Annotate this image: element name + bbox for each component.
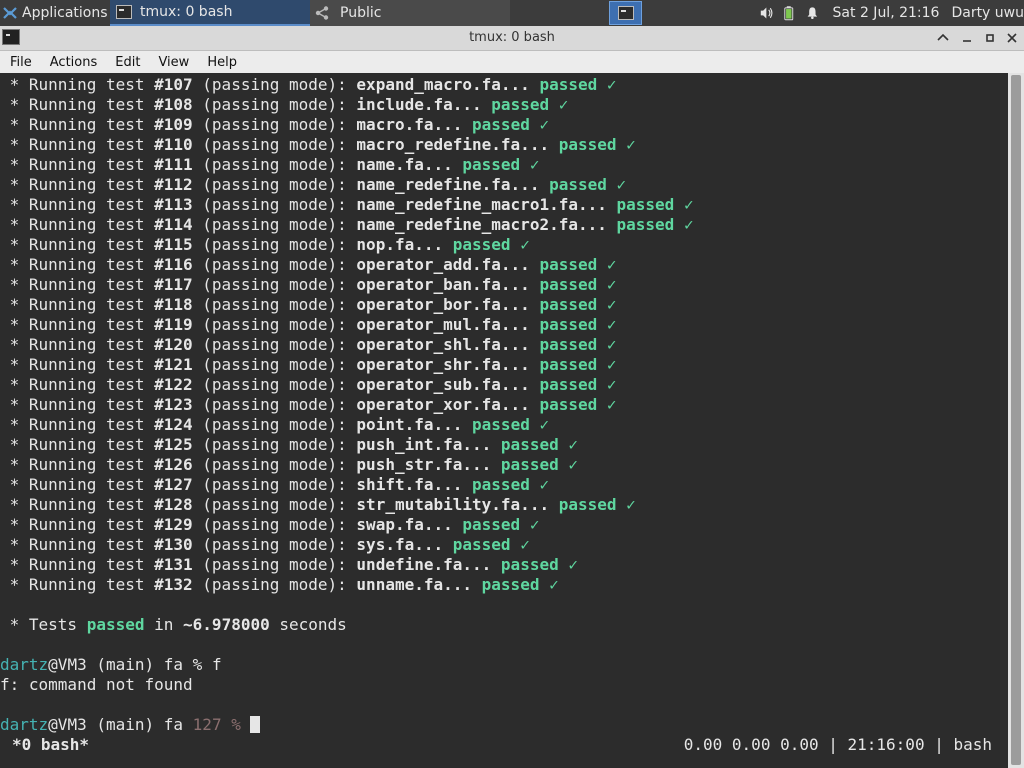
scrollbar-thumb[interactable]	[1011, 75, 1021, 765]
minimize-button[interactable]	[957, 28, 977, 48]
test-result-line: * Running test #115 (passing mode): nop.…	[0, 235, 530, 254]
test-result-line: * Running test #129 (passing mode): swap…	[0, 515, 540, 534]
test-result-line: * Running test #111 (passing mode): name…	[0, 155, 540, 174]
test-result-line: * Running test #128 (passing mode): str_…	[0, 495, 636, 514]
close-button[interactable]	[1002, 28, 1022, 48]
taskbar-item-label: Public	[340, 5, 382, 21]
text-cursor	[250, 716, 261, 733]
minimize-icon	[963, 40, 971, 42]
prompt-line: dartz@VM3 (main) fa % f	[0, 655, 222, 674]
test-result-line: * Running test #113 (passing mode): name…	[0, 195, 694, 214]
workspace-switcher[interactable]	[609, 1, 642, 25]
share-icon	[315, 6, 329, 20]
test-result-line: * Running test #120 (passing mode): oper…	[0, 335, 617, 354]
prompt-line-current: dartz@VM3 (main) fa 127 %	[0, 715, 261, 735]
window-title: tmux: 0 bash	[469, 30, 555, 45]
menu-actions[interactable]: Actions	[40, 55, 106, 70]
test-result-line: * Running test #132 (passing mode): unna…	[0, 575, 559, 594]
battery-icon[interactable]	[784, 4, 794, 22]
menu-file[interactable]: File	[0, 55, 40, 70]
test-result-line: * Running test #130 (passing mode): sys.…	[0, 535, 530, 554]
tmux-status-bar: *0 bash* 0.00 0.00 0.00 | 21:16:00 | bas…	[0, 735, 1008, 755]
test-result-line: * Running test #121 (passing mode): oper…	[0, 355, 617, 374]
taskbar-item-tmux[interactable]: tmux: 0 bash	[110, 0, 310, 26]
window-titlebar[interactable]: tmux: 0 bash	[0, 26, 1024, 51]
test-result-line: * Running test #118 (passing mode): oper…	[0, 295, 617, 314]
menubar: File Actions Edit View Help	[0, 51, 1024, 73]
test-result-line: * Running test #114 (passing mode): name…	[0, 215, 694, 234]
test-result-line: * Running test #123 (passing mode): oper…	[0, 395, 617, 414]
terminal-icon	[116, 5, 132, 19]
test-result-line: * Running test #116 (passing mode): oper…	[0, 255, 617, 274]
test-result-line: * Running test #110 (passing mode): macr…	[0, 135, 636, 154]
notification-bell-icon[interactable]	[806, 5, 819, 21]
test-result-line: * Running test #109 (passing mode): macr…	[0, 115, 550, 134]
applications-menu[interactable]: Applications	[0, 0, 112, 26]
test-result-line: * Running test #117 (passing mode): oper…	[0, 275, 617, 294]
test-result-line: * Running test #107 (passing mode): expa…	[0, 75, 617, 94]
tmux-window-list[interactable]: *0 bash*	[12, 735, 89, 755]
test-result-line: * Running test #122 (passing mode): oper…	[0, 375, 617, 394]
menu-view[interactable]: View	[148, 55, 197, 70]
error-line: f: command not found	[0, 675, 193, 694]
menu-help[interactable]: Help	[197, 55, 245, 70]
taskbar-item-public[interactable]: Public	[310, 0, 510, 26]
terminal-icon	[617, 6, 634, 20]
test-result-line: * Running test #127 (passing mode): shif…	[0, 475, 550, 494]
applications-label: Applications	[22, 5, 108, 21]
top-panel: Applications tmux: 0 bash Public Sat 2 J…	[0, 0, 1024, 26]
terminal-area[interactable]: * Running test #107 (passing mode): expa…	[0, 73, 1008, 767]
maximize-button[interactable]	[980, 28, 1000, 48]
test-result-line: * Running test #124 (passing mode): poin…	[0, 415, 550, 434]
clock[interactable]: Sat 2 Jul, 21:16	[833, 5, 940, 21]
tmux-status-right: 0.00 0.00 0.00 | 21:16:00 | bash	[683, 735, 992, 754]
test-result-line: * Running test #108 (passing mode): incl…	[0, 95, 569, 114]
test-result-line: * Running test #125 (passing mode): push…	[0, 435, 578, 454]
scrollbar[interactable]	[1008, 73, 1024, 768]
volume-icon[interactable]	[760, 5, 774, 21]
xfce-logo-icon	[3, 7, 17, 19]
test-result-line: * Running test #112 (passing mode): name…	[0, 175, 627, 194]
test-result-line: * Running test #126 (passing mode): push…	[0, 455, 578, 474]
chevron-up-icon	[937, 33, 949, 41]
test-result-line: * Running test #119 (passing mode): oper…	[0, 315, 617, 334]
taskbar-item-label: tmux: 0 bash	[140, 4, 233, 20]
shade-button[interactable]	[933, 28, 953, 48]
close-icon	[1007, 33, 1017, 43]
summary-line: * Tests passed in ~6.978000 seconds	[0, 615, 347, 634]
maximize-icon	[986, 34, 994, 42]
user-menu[interactable]: Darty uwu	[951, 5, 1024, 21]
menu-edit[interactable]: Edit	[105, 55, 148, 70]
system-tray: Sat 2 Jul, 21:16 Darty uwu	[756, 0, 1024, 26]
test-result-line: * Running test #131 (passing mode): unde…	[0, 555, 578, 574]
